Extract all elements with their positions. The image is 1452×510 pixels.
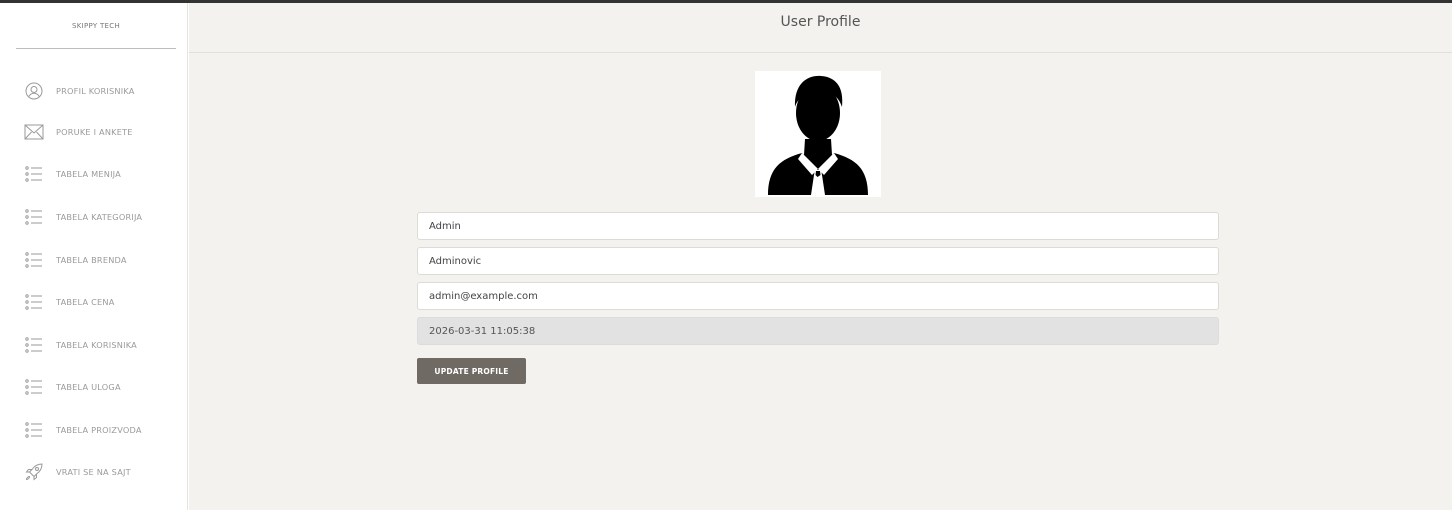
list-icon <box>24 377 44 397</box>
sidebar-item-label: PROFIL KORISNIKA <box>56 86 135 96</box>
sidebar-item-label: VRATI SE NA SAJT <box>56 467 131 477</box>
avatar <box>755 71 881 197</box>
sidebar-item-tabela-korisnika[interactable]: TABELA KORISNIKA <box>24 333 184 357</box>
created-at-field <box>417 317 1219 345</box>
brand-logo-text[interactable]: SKIPPY TECH <box>16 3 176 49</box>
sidebar: SKIPPY TECH PROFIL KORISNIKA PORUKE I AN <box>0 3 188 510</box>
list-icon <box>24 420 44 440</box>
sidebar-item-label: TABELA MENIJA <box>56 169 121 179</box>
email-field[interactable] <box>417 282 1219 310</box>
person-silhouette-icon <box>768 75 868 195</box>
rocket-icon <box>24 462 44 482</box>
sidebar-item-vrati-se-na-sajt[interactable]: VRATI SE NA SAJT <box>24 460 184 484</box>
sidebar-item-tabela-uloga[interactable]: TABELA ULOGA <box>24 375 184 399</box>
sidebar-item-profil-korisnika[interactable]: PROFIL KORISNIKA <box>24 79 184 103</box>
list-icon <box>24 164 44 184</box>
list-icon <box>24 292 44 312</box>
first-name-field[interactable] <box>417 212 1219 240</box>
page-header: User Profile <box>189 3 1452 53</box>
sidebar-item-tabela-brenda[interactable]: TABELA BRENDA <box>24 248 184 272</box>
main-content: User Profile UPDATE PROFILE <box>189 3 1452 510</box>
sidebar-item-label: PORUKE I ANKETE <box>56 127 133 137</box>
sidebar-item-tabela-menija[interactable]: TABELA MENIJA <box>24 162 184 186</box>
sidebar-item-label: TABELA BRENDA <box>56 255 127 265</box>
sidebar-item-tabela-proizvoda[interactable]: TABELA PROIZVODA <box>24 418 184 442</box>
sidebar-item-tabela-cena[interactable]: TABELA CENA <box>24 290 184 314</box>
sidebar-item-poruke-i-ankete[interactable]: PORUKE I ANKETE <box>24 120 184 144</box>
sidebar-item-label: TABELA ULOGA <box>56 382 121 392</box>
page-title: User Profile <box>780 14 861 30</box>
last-name-field[interactable] <box>417 247 1219 275</box>
user-circle-icon <box>24 81 44 101</box>
sidebar-item-label: TABELA KORISNIKA <box>56 340 137 350</box>
sidebar-item-label: TABELA PROIZVODA <box>56 425 142 435</box>
update-profile-button[interactable]: UPDATE PROFILE <box>417 358 526 384</box>
list-icon <box>24 207 44 227</box>
sidebar-item-tabela-kategorija[interactable]: TABELA KATEGORIJA <box>24 205 184 229</box>
sidebar-item-label: TABELA CENA <box>56 297 115 307</box>
list-icon <box>24 335 44 355</box>
envelope-icon <box>24 122 44 142</box>
sidebar-item-label: TABELA KATEGORIJA <box>56 212 143 222</box>
list-icon <box>24 250 44 270</box>
